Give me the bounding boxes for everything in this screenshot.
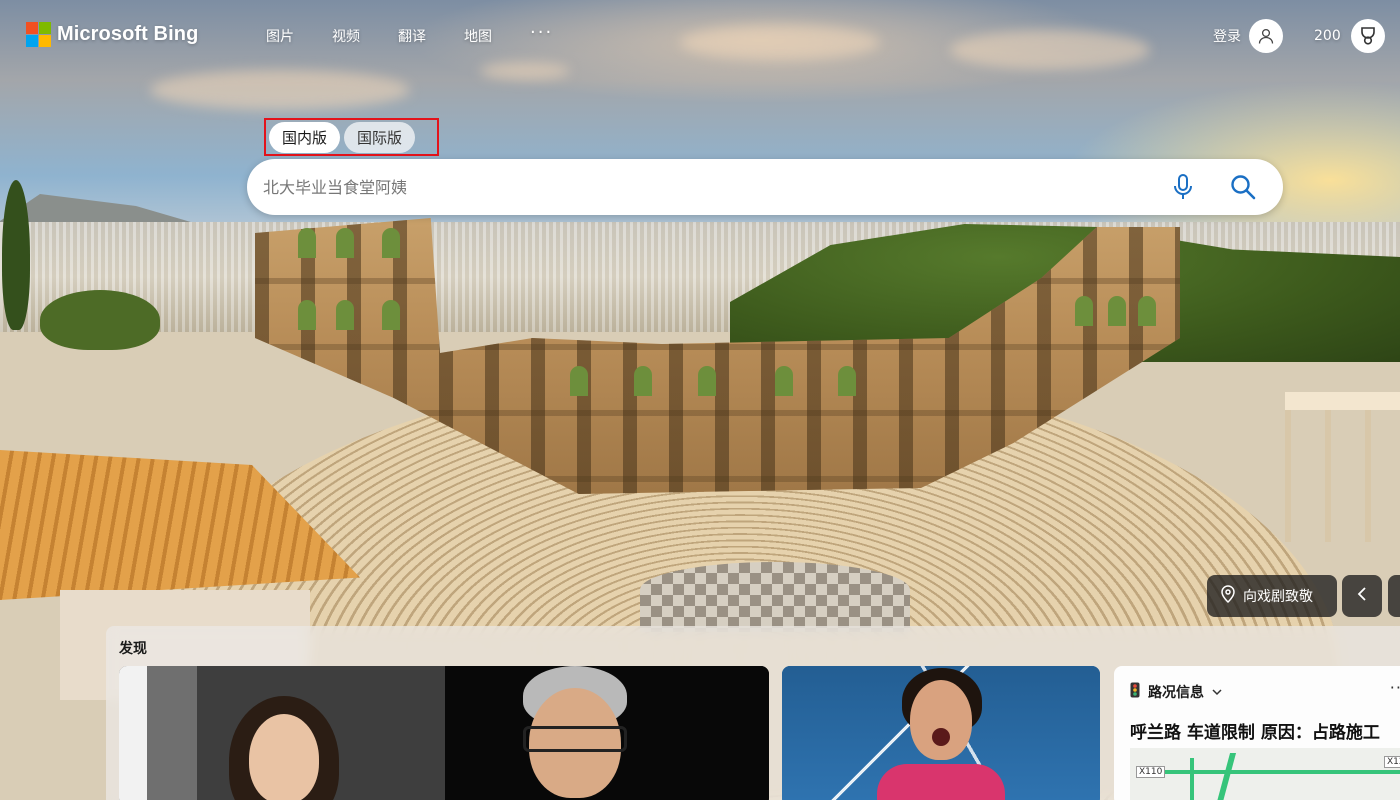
traffic-header[interactable]: 路况信息 xyxy=(1130,682,1222,702)
tree xyxy=(2,180,30,330)
arch xyxy=(382,228,400,258)
arch xyxy=(838,366,856,396)
map-label: X123 xyxy=(1384,756,1400,768)
glasses xyxy=(523,726,627,752)
traffic-card[interactable]: 路况信息 ··· 呼兰路 车道限制 原因：占路施工 X110 X123 xyxy=(1114,666,1400,800)
face xyxy=(910,680,972,760)
news-card-people[interactable] xyxy=(119,666,769,800)
region-toggle: 国内版 国际版 xyxy=(264,118,439,156)
arch xyxy=(570,366,588,396)
chevron-left-icon xyxy=(1357,586,1367,606)
arch xyxy=(634,366,652,396)
nav-videos[interactable]: 视频 xyxy=(332,26,360,46)
photo-woman xyxy=(119,666,445,800)
location-pin-icon xyxy=(1221,585,1235,607)
signin-label: 登录 xyxy=(1213,29,1241,45)
rewards-count: 200 xyxy=(1314,28,1341,44)
previous-image-button[interactable] xyxy=(1342,575,1382,617)
face xyxy=(249,714,319,800)
more-options-icon[interactable]: ··· xyxy=(1390,678,1400,697)
image-info-label: 向戏剧致敬 xyxy=(1243,589,1313,605)
logo-text: Microsoft Bing xyxy=(57,23,199,45)
arch xyxy=(1138,296,1156,326)
top-nav: 图片 视频 翻译 地图 ··· xyxy=(266,22,591,46)
nav-maps[interactable]: 地图 xyxy=(464,26,492,46)
traffic-light-icon xyxy=(1130,682,1140,702)
nav-images[interactable]: 图片 xyxy=(266,26,294,46)
arch xyxy=(1075,296,1093,326)
arch xyxy=(298,228,316,258)
map-road xyxy=(1160,770,1400,774)
map-label: X110 xyxy=(1136,766,1166,778)
arch xyxy=(336,228,354,258)
search-input[interactable] xyxy=(263,171,1143,203)
discover-feed: 发现 路况信息 · 呼兰路 车道限制 原因：占路施工 X110 X1 xyxy=(106,626,1400,800)
arch xyxy=(298,300,316,330)
arch xyxy=(1108,296,1126,326)
traffic-headline: 呼兰路 车道限制 原因：占路施工 xyxy=(1130,723,1380,743)
nav-more-icon[interactable]: ··· xyxy=(530,22,553,46)
microphone-icon[interactable] xyxy=(1171,173,1195,201)
chevron-down-icon xyxy=(1212,684,1222,700)
photo-man xyxy=(445,666,769,800)
traffic-header-label: 路况信息 xyxy=(1148,685,1204,701)
nav-translate[interactable]: 翻译 xyxy=(398,26,426,46)
image-info-button[interactable]: 向戏剧致敬 xyxy=(1207,575,1337,617)
news-card-sports[interactable] xyxy=(782,666,1100,800)
discover-title: 发现 xyxy=(119,641,147,657)
traffic-map[interactable]: X110 X123 xyxy=(1130,748,1400,800)
search-box xyxy=(247,159,1283,215)
user-icon xyxy=(1249,19,1283,53)
arch xyxy=(382,300,400,330)
next-image-button[interactable] xyxy=(1388,575,1400,617)
map-road xyxy=(1209,753,1237,800)
mouth xyxy=(932,728,950,746)
cloud xyxy=(150,70,410,110)
jersey xyxy=(877,764,1005,800)
orchestra-floor xyxy=(640,562,910,632)
region-domestic-tab[interactable]: 国内版 xyxy=(269,121,341,153)
tree xyxy=(40,290,160,350)
rewards-button[interactable]: 200 xyxy=(1314,19,1385,53)
pavilion xyxy=(1285,392,1400,542)
header: Microsoft Bing 图片 视频 翻译 地图 ··· 登录 200 xyxy=(0,0,1400,72)
trophy-icon xyxy=(1350,19,1385,53)
map-road xyxy=(1190,758,1194,800)
arch xyxy=(698,366,716,396)
arch xyxy=(775,366,793,396)
microsoft-logo-icon xyxy=(26,22,51,47)
region-international-tab[interactable]: 国际版 xyxy=(344,121,416,153)
arch xyxy=(336,300,354,330)
bing-logo[interactable]: Microsoft Bing xyxy=(26,22,198,47)
signin-button[interactable]: 登录 xyxy=(1213,19,1283,53)
search-icon[interactable] xyxy=(1229,173,1257,201)
